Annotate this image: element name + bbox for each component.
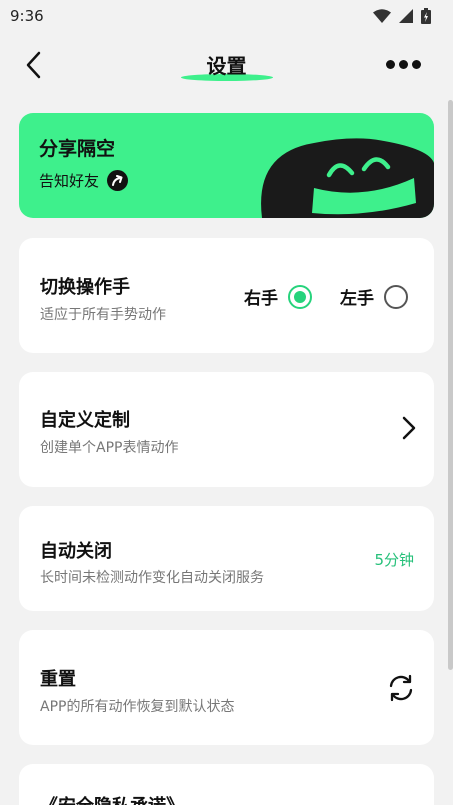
reset-subtitle: APP的所有动作恢复到默认状态 [40,699,235,715]
hand-switch-card: 切换操作手 适应于所有手势动作 右手 左手 [19,238,434,353]
hand-title: 切换操作手 [40,277,130,298]
left-hand-option[interactable]: 左手 [340,284,408,309]
header: 设置 [0,40,453,90]
hand-options: 右手 左手 [244,284,408,309]
share-arrow-icon [107,170,129,191]
chevron-right-icon[interactable] [402,416,416,440]
auto-close-value[interactable]: 5分钟 [374,549,414,570]
signal-icon [399,9,413,23]
share-subtitle: 告知好友 [39,172,100,190]
battery-icon [421,8,431,24]
privacy-title: 《安全隐私承诺》 [40,792,184,805]
reset-title: 重置 [40,669,76,690]
custom-card[interactable]: 自定义定制 创建单个APP表情动作 [19,372,434,487]
auto-close-title: 自动关闭 [40,541,112,562]
auto-close-card[interactable]: 自动关闭 长时间未检测动作变化自动关闭服务 5分钟 [19,506,434,611]
right-hand-radio[interactable] [288,284,312,309]
custom-subtitle: 创建单个APP表情动作 [40,440,179,456]
smiling-face-illustration [261,138,434,218]
wifi-icon [373,9,391,23]
custom-title: 自定义定制 [40,410,130,431]
share-title: 分享隔空 [39,138,116,160]
share-card[interactable]: 分享隔空 告知好友 [19,113,434,218]
refresh-icon[interactable] [386,673,416,703]
scrollbar[interactable] [448,100,453,670]
status-time: 9:36 [10,7,44,25]
status-icons [373,8,431,24]
right-hand-label: 右手 [244,289,278,309]
right-hand-option[interactable]: 右手 [244,284,312,309]
hand-subtitle: 适应于所有手势动作 [40,307,166,323]
status-bar: 9:36 [0,0,453,32]
privacy-card[interactable]: 《安全隐私承诺》 [19,764,434,805]
auto-close-subtitle: 长时间未检测动作变化自动关闭服务 [40,570,264,586]
left-hand-radio[interactable] [384,284,408,309]
share-subtitle-row: 告知好友 [39,170,129,191]
reset-card[interactable]: 重置 APP的所有动作恢复到默认状态 [19,630,434,745]
left-hand-label: 左手 [340,289,374,309]
page-title: 设置 [206,54,247,78]
